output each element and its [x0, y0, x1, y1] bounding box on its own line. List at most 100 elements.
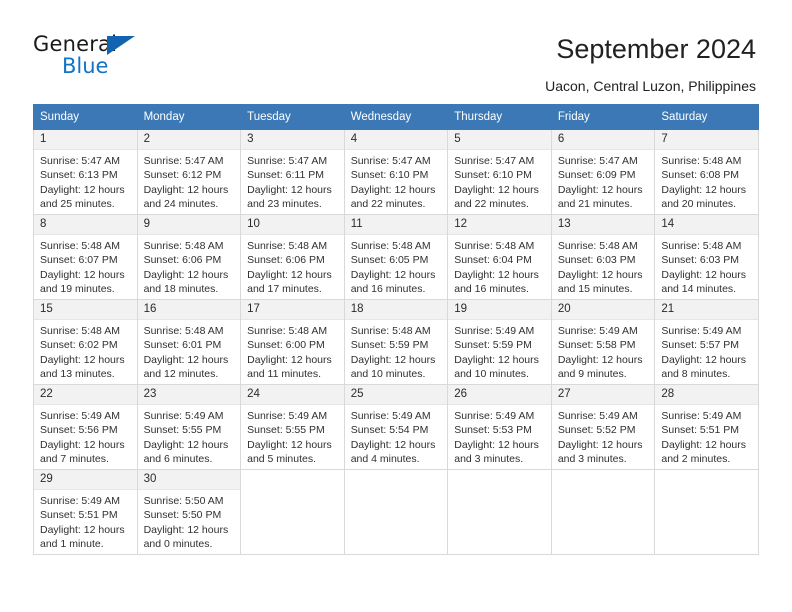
calendar-week-row: 22 Sunrise: 5:49 AM Sunset: 5:56 PM Dayligh…	[33, 384, 759, 470]
daylight-text: Daylight: 12 hours and 18 minutes.	[143, 268, 229, 296]
sunrise-text: Sunrise: 5:48 AM	[557, 240, 638, 252]
calendar-day-cell[interactable]: 17 Sunrise: 5:48 AM Sunset: 6:00 PM Dayligh…	[240, 299, 345, 385]
day-number: 27	[551, 385, 655, 405]
weekday-header-sunday: Sunday	[33, 104, 138, 130]
page-header: General Blue September 2024 Uacon, Centr…	[0, 0, 792, 103]
calendar-day-cell[interactable]: 30 Sunrise: 5:50 AM Sunset: 5:50 PM Dayligh…	[136, 469, 242, 555]
weekday-header-saturday: Saturday	[654, 104, 759, 130]
sunrise-text: Sunrise: 5:49 AM	[143, 410, 224, 422]
calendar-day-cell[interactable]: 11 Sunrise: 5:48 AM Sunset: 6:05 PM Dayligh…	[343, 214, 449, 300]
sunset-text: Sunset: 6:06 PM	[247, 254, 325, 267]
sunset-text: Sunset: 5:59 PM	[454, 339, 532, 352]
sunrise-text: Sunrise: 5:48 AM	[40, 325, 120, 337]
sunset-text: Sunset: 5:54 PM	[350, 424, 429, 437]
sunset-text: Sunset: 6:12 PM	[143, 169, 222, 182]
calendar-day-cell[interactable]: 9 Sunrise: 5:48 AM Sunset: 6:06 PM Daylight…	[136, 214, 242, 300]
day-number: 21	[655, 300, 758, 320]
day-number: 30	[137, 470, 241, 490]
sunrise-text: Sunrise: 5:48 AM	[661, 155, 742, 167]
calendar-day-cell[interactable]: 20 Sunrise: 5:49 AM Sunset: 5:58 PM Dayligh…	[550, 299, 656, 385]
page-subtitle: Uacon, Central Luzon, Philippines	[545, 78, 756, 94]
calendar-day-cell[interactable]: 4 Sunrise: 5:47 AM Sunset: 6:10 PM Daylight…	[343, 129, 449, 215]
day-details: Sunrise: 5:48 AM Sunset: 5:59 PM Daylight:…	[345, 320, 448, 382]
weekday-header-wednesday: Wednesday	[343, 104, 449, 130]
calendar-day-cell[interactable]: 28 Sunrise: 5:49 AM Sunset: 5:51 PM Dayligh…	[654, 384, 759, 470]
sunset-text: Sunset: 5:53 PM	[454, 424, 532, 437]
day-details: Sunrise: 5:48 AM Sunset: 6:08 PM Daylight:…	[655, 150, 758, 212]
sunrise-text: Sunrise: 5:49 AM	[350, 410, 431, 422]
calendar-day-cell[interactable]: 23 Sunrise: 5:49 AM Sunset: 5:55 PM Dayligh…	[136, 384, 242, 470]
day-number: 25	[344, 385, 448, 405]
day-number: 9	[137, 215, 241, 235]
calendar-day-cell[interactable]: 24 Sunrise: 5:49 AM Sunset: 5:55 PM Dayligh…	[240, 384, 345, 470]
calendar-day-cell[interactable]: 3 Sunrise: 5:47 AM Sunset: 6:11 PM Daylight…	[240, 129, 345, 215]
day-details: Sunrise: 5:48 AM Sunset: 6:06 PM Daylight:…	[138, 235, 241, 297]
calendar-day-cell[interactable]: 15 Sunrise: 5:48 AM Sunset: 6:02 PM Dayligh…	[33, 299, 138, 385]
sunset-text: Sunset: 6:07 PM	[40, 254, 118, 267]
day-number: 12	[448, 215, 551, 235]
day-details: Sunrise: 5:47 AM Sunset: 6:12 PM Daylight:…	[138, 150, 241, 212]
sunrise-text: Sunrise: 5:49 AM	[40, 410, 120, 422]
calendar-day-cell[interactable]: 5 Sunrise: 5:47 AM Sunset: 6:10 PM Daylight…	[447, 129, 552, 215]
calendar-day-cell[interactable]: 14 Sunrise: 5:48 AM Sunset: 6:03 PM Dayligh…	[654, 214, 759, 300]
sunrise-text: Sunrise: 5:47 AM	[247, 155, 328, 167]
calendar-cell-empty	[550, 469, 656, 555]
sunset-text: Sunset: 5:52 PM	[557, 424, 636, 437]
logo-text-blue: Blue	[62, 54, 109, 78]
weekday-header-thursday: Thursday	[447, 104, 552, 130]
day-details: Sunrise: 5:47 AM Sunset: 6:09 PM Daylight:…	[552, 150, 655, 212]
calendar-week-row: 15 Sunrise: 5:48 AM Sunset: 6:02 PM Dayligh…	[33, 299, 759, 385]
daylight-text: Daylight: 12 hours and 10 minutes.	[454, 353, 539, 381]
calendar-day-cell[interactable]: 16 Sunrise: 5:48 AM Sunset: 6:01 PM Dayligh…	[136, 299, 242, 385]
daylight-text: Daylight: 12 hours and 23 minutes.	[247, 183, 332, 211]
calendar-day-cell[interactable]: 27 Sunrise: 5:49 AM Sunset: 5:52 PM Dayligh…	[550, 384, 656, 470]
daylight-text: Daylight: 12 hours and 15 minutes.	[557, 268, 643, 296]
day-details: Sunrise: 5:47 AM Sunset: 6:13 PM Daylight:…	[34, 150, 137, 212]
calendar-day-cell[interactable]: 18 Sunrise: 5:48 AM Sunset: 5:59 PM Dayligh…	[343, 299, 449, 385]
sunrise-text: Sunrise: 5:49 AM	[557, 325, 638, 337]
calendar-day-cell[interactable]: 2 Sunrise: 5:47 AM Sunset: 6:12 PM Daylight…	[136, 129, 242, 215]
sunset-text: Sunset: 6:11 PM	[247, 169, 324, 182]
calendar-day-cell[interactable]: 22 Sunrise: 5:49 AM Sunset: 5:56 PM Dayligh…	[33, 384, 138, 470]
calendar-day-cell[interactable]: 29 Sunrise: 5:49 AM Sunset: 5:51 PM Dayligh…	[33, 469, 138, 555]
day-number: 18	[344, 300, 448, 320]
month-calendar: Sunday Monday Tuesday Wednesday Thursday…	[33, 104, 759, 555]
calendar-day-cell[interactable]: 12 Sunrise: 5:48 AM Sunset: 6:04 PM Dayligh…	[447, 214, 552, 300]
day-number: 28	[655, 385, 758, 405]
day-number: 24	[241, 385, 344, 405]
sunset-text: Sunset: 5:57 PM	[661, 339, 740, 352]
sunrise-text: Sunrise: 5:49 AM	[247, 410, 328, 422]
daylight-text: Daylight: 12 hours and 14 minutes.	[661, 268, 747, 296]
weekday-header-tuesday: Tuesday	[240, 104, 345, 130]
daylight-text: Daylight: 12 hours and 16 minutes.	[350, 268, 436, 296]
calendar-day-cell[interactable]: 8 Sunrise: 5:48 AM Sunset: 6:07 PM Daylight…	[33, 214, 138, 300]
sunset-text: Sunset: 5:59 PM	[350, 339, 429, 352]
day-details: Sunrise: 5:49 AM Sunset: 5:59 PM Daylight:…	[448, 320, 551, 382]
daylight-text: Daylight: 12 hours and 17 minutes.	[247, 268, 332, 296]
calendar-day-cell[interactable]: 10 Sunrise: 5:48 AM Sunset: 6:06 PM Dayligh…	[240, 214, 345, 300]
calendar-day-cell[interactable]: 19 Sunrise: 5:49 AM Sunset: 5:59 PM Dayligh…	[447, 299, 552, 385]
day-details: Sunrise: 5:49 AM Sunset: 5:55 PM Daylight:…	[138, 405, 241, 467]
sunrise-text: Sunrise: 5:48 AM	[454, 240, 535, 252]
sunset-text: Sunset: 6:05 PM	[350, 254, 429, 267]
calendar-day-cell[interactable]: 13 Sunrise: 5:48 AM Sunset: 6:03 PM Dayligh…	[550, 214, 656, 300]
daylight-text: Daylight: 12 hours and 3 minutes.	[557, 438, 643, 466]
day-number: 2	[137, 130, 241, 150]
calendar-day-cell[interactable]: 1 Sunrise: 5:47 AM Sunset: 6:13 PM Daylight…	[33, 129, 138, 215]
calendar-cell-empty	[654, 469, 759, 555]
day-number: 8	[34, 215, 137, 235]
daylight-text: Daylight: 12 hours and 4 minutes.	[350, 438, 436, 466]
calendar-day-cell[interactable]: 26 Sunrise: 5:49 AM Sunset: 5:53 PM Dayligh…	[447, 384, 552, 470]
calendar-day-cell[interactable]: 7 Sunrise: 5:48 AM Sunset: 6:08 PM Daylight…	[654, 129, 759, 215]
day-details: Sunrise: 5:47 AM Sunset: 6:11 PM Daylight:…	[241, 150, 344, 212]
calendar-day-cell[interactable]: 6 Sunrise: 5:47 AM Sunset: 6:09 PM Daylight…	[550, 129, 656, 215]
calendar-page: General Blue September 2024 Uacon, Centr…	[0, 0, 792, 612]
sunrise-text: Sunrise: 5:49 AM	[661, 325, 742, 337]
calendar-day-cell[interactable]: 25 Sunrise: 5:49 AM Sunset: 5:54 PM Dayligh…	[343, 384, 449, 470]
generalblue-logo[interactable]: General Blue	[33, 33, 153, 79]
daylight-text: Daylight: 12 hours and 2 minutes.	[661, 438, 747, 466]
daylight-text: Daylight: 12 hours and 3 minutes.	[454, 438, 539, 466]
calendar-day-cell[interactable]: 21 Sunrise: 5:49 AM Sunset: 5:57 PM Dayligh…	[654, 299, 759, 385]
sunset-text: Sunset: 6:01 PM	[143, 339, 222, 352]
sunrise-text: Sunrise: 5:49 AM	[557, 410, 638, 422]
